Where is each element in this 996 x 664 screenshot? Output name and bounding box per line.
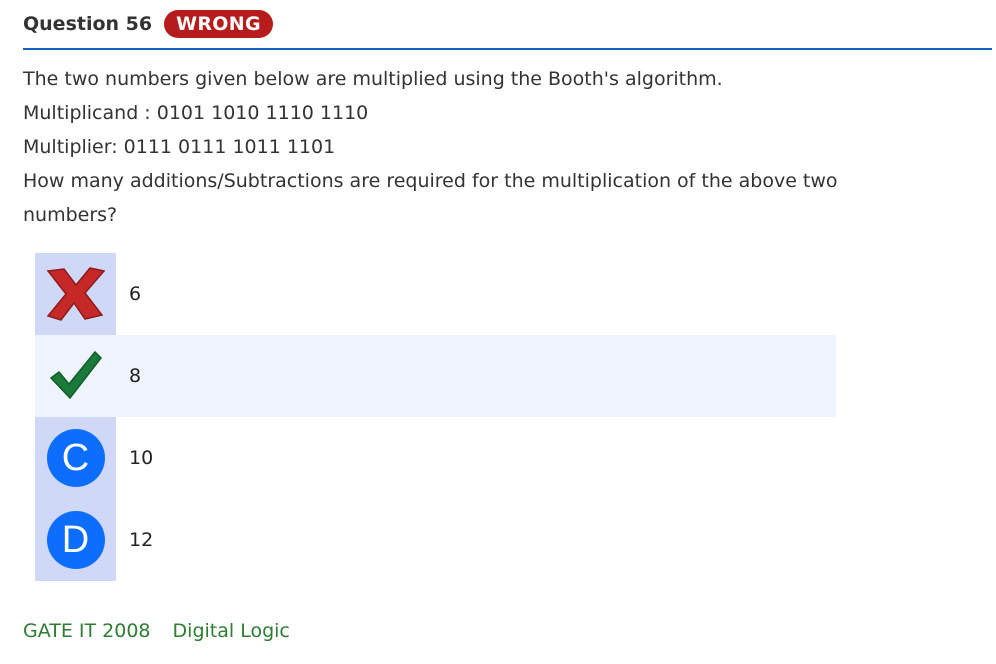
option-b[interactable]: 8 bbox=[35, 335, 836, 417]
question-line: The two numbers given below are multipli… bbox=[23, 68, 723, 90]
checkmark-icon bbox=[49, 350, 102, 400]
option-c[interactable]: C 10 bbox=[35, 417, 836, 499]
option-text: 12 bbox=[129, 529, 154, 551]
option-letter-d-icon: D bbox=[46, 511, 105, 569]
option-letter-c-icon: C bbox=[46, 429, 105, 487]
option-marker bbox=[35, 335, 116, 417]
question-prompt: How many additions/Subtractions are requ… bbox=[23, 170, 838, 226]
status-badge: WRONG bbox=[164, 10, 273, 38]
option-text: 6 bbox=[129, 283, 142, 305]
tag-subject[interactable]: Digital Logic bbox=[173, 620, 290, 642]
tag-exam[interactable]: GATE IT 2008 bbox=[23, 620, 151, 642]
question-tags: GATE IT 2008 Digital Logic bbox=[23, 620, 306, 642]
option-marker bbox=[35, 253, 116, 335]
question-body: The two numbers given below are multipli… bbox=[23, 62, 923, 232]
option-d[interactable]: D 12 bbox=[35, 499, 836, 581]
option-text: 8 bbox=[129, 365, 142, 387]
question-title: Question 56 bbox=[23, 13, 153, 35]
option-a[interactable]: 6 bbox=[35, 253, 836, 335]
wrong-x-icon bbox=[46, 267, 105, 321]
answer-options: 6 8 C 10 D 12 bbox=[35, 253, 836, 581]
option-marker: C bbox=[35, 417, 116, 499]
multiplier-line: Multiplier: 0111 0111 1011 1101 bbox=[23, 136, 336, 158]
multiplicand-line: Multiplicand : 0101 1010 1110 1110 bbox=[23, 102, 369, 124]
question-header: Question 56 WRONG bbox=[23, 8, 992, 50]
option-text: 10 bbox=[129, 447, 154, 469]
option-marker: D bbox=[35, 499, 116, 581]
